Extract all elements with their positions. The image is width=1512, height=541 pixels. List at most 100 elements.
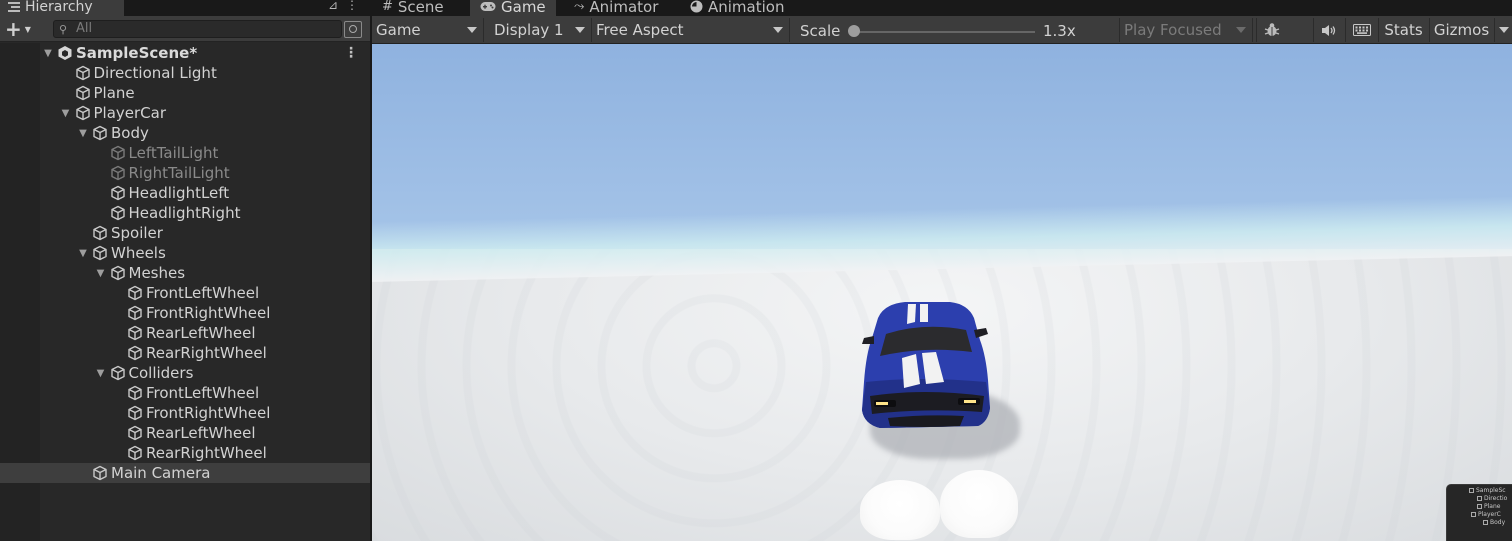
gizmos-dropdown-button[interactable] xyxy=(1494,18,1512,42)
expand-arrow-icon[interactable]: ▼ xyxy=(77,128,89,139)
hierarchy-row[interactable]: ▼ Colliders xyxy=(0,363,370,383)
row-icon-wrapper xyxy=(110,165,129,181)
stats-button[interactable]: Stats xyxy=(1378,18,1428,42)
gameobject-cube-icon xyxy=(128,325,142,341)
search-type-picker-button[interactable] xyxy=(344,21,362,38)
panel-menu-icon[interactable]: ⋮ xyxy=(346,0,358,12)
row-icon-wrapper xyxy=(92,245,111,261)
hierarchy-row[interactable]: FrontLeftWheel xyxy=(0,283,370,303)
mini-row-label: SampleSc xyxy=(1476,487,1506,494)
hierarchy-search-input[interactable]: ⚲ All xyxy=(53,20,342,38)
mini-hierarchy-row: PlayerC xyxy=(1471,511,1501,519)
mini-row-label: Body xyxy=(1490,519,1506,526)
expand-arrow-icon[interactable]: ▼ xyxy=(42,48,54,59)
aspect-value: Free Aspect xyxy=(596,21,684,39)
shortcuts-button[interactable] xyxy=(1345,18,1377,42)
expand-arrow-icon[interactable]: ▼ xyxy=(95,368,107,379)
mini-hierarchy-row: SampleSc xyxy=(1469,487,1506,495)
display-value: Display 1 xyxy=(494,21,564,39)
row-icon-wrapper xyxy=(127,305,146,321)
scene-menu-icon[interactable]: ⋮ xyxy=(344,45,358,61)
row-icon-wrapper xyxy=(127,325,146,341)
game-viewport[interactable]: SampleSc Directio Plane PlayerC Body xyxy=(372,44,1512,541)
gizmos-button[interactable]: Gizmos xyxy=(1429,18,1493,42)
unity-scene-icon xyxy=(58,46,72,60)
hierarchy-row-label: Plane xyxy=(93,84,135,102)
hierarchy-row[interactable]: FrontRightWheel xyxy=(0,403,370,423)
hierarchy-row[interactable]: RearLeftWheel xyxy=(0,323,370,343)
hierarchy-row[interactable]: Main Camera xyxy=(0,463,370,483)
game-toolbar: Game Display 1 Free Aspect Scale 1.3x Pl… xyxy=(372,16,1512,44)
scene-row[interactable]: ▼ SampleScene* ⋮ xyxy=(0,43,370,63)
hierarchy-row[interactable]: RightTailLight xyxy=(0,163,370,183)
tab-animator[interactable]: ⤳ Animator xyxy=(564,0,668,16)
hierarchy-row[interactable]: ▼ Meshes xyxy=(0,263,370,283)
gameobject-cube-icon xyxy=(128,445,142,461)
hierarchy-row[interactable]: Directional Light xyxy=(0,63,370,83)
mute-audio-button[interactable] xyxy=(1313,18,1343,42)
display-dropdown[interactable]: Display 1 xyxy=(490,18,592,42)
mini-hierarchy-row: Directio xyxy=(1477,495,1507,503)
expand-arrow-icon[interactable]: ▼ xyxy=(77,248,89,259)
hierarchy-row-label: RightTailLight xyxy=(128,164,230,182)
row-icon-wrapper xyxy=(75,85,94,101)
hierarchy-row[interactable]: ▼ Wheels xyxy=(0,243,370,263)
search-icon: ⚲ xyxy=(59,23,68,36)
hierarchy-tab-bar: Hierarchy ⊿ ⋮ xyxy=(0,0,370,16)
hierarchy-row[interactable]: RearRightWheel xyxy=(0,443,370,463)
expand-arrow-icon[interactable]: ▼ xyxy=(60,108,72,119)
tab-game[interactable]: Game xyxy=(470,0,556,16)
hierarchy-row[interactable]: RearLeftWheel xyxy=(0,423,370,443)
hierarchy-row[interactable]: RearRightWheel xyxy=(0,343,370,363)
hierarchy-row[interactable]: Spoiler xyxy=(0,223,370,243)
expand-arrow-icon[interactable]: ▼ xyxy=(95,268,107,279)
row-icon-wrapper xyxy=(110,185,129,201)
hierarchy-row[interactable]: LeftTailLight xyxy=(0,143,370,163)
hierarchy-tab-tools: ⊿ ⋮ xyxy=(328,0,358,12)
hierarchy-row[interactable]: ▼ Body xyxy=(0,123,370,143)
hierarchy-row-label: RearRightWheel xyxy=(146,444,267,462)
play-mode-dropdown[interactable]: Play Focused xyxy=(1119,18,1253,42)
tab-hierarchy[interactable]: Hierarchy xyxy=(0,0,124,16)
tab-animation-label: Animation xyxy=(708,0,785,16)
caret-down-icon xyxy=(575,27,585,33)
hierarchy-row-label: FrontLeftWheel xyxy=(146,384,260,402)
lock-icon[interactable]: ⊿ xyxy=(328,0,338,12)
frame-debugger-button[interactable] xyxy=(1256,18,1286,42)
gameobject-cube-icon xyxy=(128,285,142,301)
hierarchy-row-label: Body xyxy=(111,124,149,142)
aspect-dropdown[interactable]: Free Aspect xyxy=(592,18,790,42)
hierarchy-row[interactable]: FrontLeftWheel xyxy=(0,383,370,403)
row-icon-wrapper xyxy=(92,125,111,141)
hierarchy-row[interactable]: ▼ PlayerCar xyxy=(0,103,370,123)
hierarchy-row[interactable]: Plane xyxy=(0,83,370,103)
gameobject-cube-icon xyxy=(93,465,107,481)
hierarchy-row-label: FrontLeftWheel xyxy=(146,284,260,302)
search-placeholder: All xyxy=(76,21,93,36)
view-mode-dropdown[interactable]: Game xyxy=(372,18,484,42)
hierarchy-row[interactable]: HeadlightRight xyxy=(0,203,370,223)
row-icon-wrapper xyxy=(127,385,146,401)
hierarchy-row-label: Wheels xyxy=(111,244,166,262)
scale-slider-handle[interactable] xyxy=(848,25,860,37)
gameobject-cube-icon xyxy=(128,405,142,421)
tab-scene-label: Scene xyxy=(397,0,444,16)
hierarchy-row-label: Main Camera xyxy=(111,464,211,482)
tab-animation[interactable]: Animation xyxy=(680,0,794,16)
add-object-button[interactable]: + ▼ xyxy=(5,19,41,39)
exhaust-puff-right xyxy=(940,470,1018,538)
hierarchy-row-label: LeftTailLight xyxy=(128,144,219,162)
hierarchy-row[interactable]: FrontRightWheel xyxy=(0,303,370,323)
view-mode-value: Game xyxy=(376,21,421,39)
mini-cube-icon xyxy=(1483,520,1488,525)
gameobject-cube-icon xyxy=(128,425,142,441)
gameobject-cube-icon xyxy=(128,345,142,361)
caret-down-icon xyxy=(467,27,477,33)
scale-slider-track[interactable] xyxy=(852,31,1035,33)
scale-label: Scale xyxy=(800,22,841,40)
hierarchy-row[interactable]: HeadlightLeft xyxy=(0,183,370,203)
row-icon-wrapper xyxy=(127,425,146,441)
hierarchy-row-label: HeadlightLeft xyxy=(128,184,230,202)
row-icon-wrapper xyxy=(75,105,94,121)
tab-scene[interactable]: # Scene xyxy=(372,0,454,16)
